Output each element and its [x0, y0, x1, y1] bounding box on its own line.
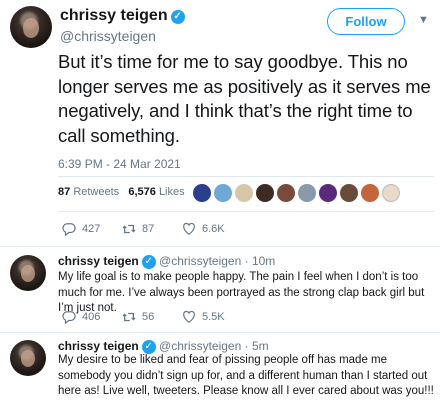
reply-count: 427: [82, 223, 101, 235]
heart-icon: [183, 222, 195, 235]
verified-icon: ✓: [141, 255, 156, 269]
retweet-button[interactable]: 56: [122, 310, 182, 324]
heart-icon: [183, 310, 195, 323]
author-handle[interactable]: @chrissyteigen: [60, 28, 156, 44]
avatar[interactable]: [10, 340, 46, 376]
liker-avatar[interactable]: [256, 184, 274, 202]
liker-avatar[interactable]: [235, 184, 253, 202]
liker-avatar[interactable]: [193, 184, 211, 202]
like-count: 5.5K: [202, 311, 225, 323]
tweet-timestamp[interactable]: 6:39 PM - 24 Mar 2021: [58, 157, 181, 171]
reply-header: chrissy teigen ✓ @chrissyteigen · 5m: [58, 339, 269, 354]
likes-label[interactable]: Likes: [159, 186, 185, 198]
liker-avatar[interactable]: [382, 184, 400, 202]
chevron-down-icon[interactable]: ▼: [418, 14, 430, 26]
reply-icon: [62, 311, 76, 324]
reply-time[interactable]: · 5m: [245, 339, 269, 353]
reply-author-handle[interactable]: @chrissyteigen: [159, 339, 241, 353]
reply-author-name[interactable]: chrissy teigen: [58, 339, 139, 353]
divider: [0, 332, 440, 333]
liker-avatars: [193, 184, 400, 202]
liker-avatar[interactable]: [277, 184, 295, 202]
follow-button[interactable]: Follow: [327, 8, 405, 35]
retweet-icon: [122, 224, 136, 234]
tweet-text: But it’s time for me to say goodbye. Thi…: [58, 51, 431, 146]
liker-avatar[interactable]: [214, 184, 232, 202]
like-button[interactable]: 5.5K: [182, 310, 242, 324]
likes-count[interactable]: 6,576: [128, 186, 156, 198]
reply-count: 406: [82, 311, 101, 323]
retweets-count[interactable]: 87: [58, 186, 70, 198]
like-button[interactable]: 6.6K: [182, 222, 242, 236]
reply-author-name[interactable]: chrissy teigen: [58, 254, 139, 268]
avatar[interactable]: [10, 6, 52, 48]
reply-header: chrissy teigen ✓ @chrissyteigen · 10m: [58, 254, 275, 269]
verified-icon: ✓: [141, 340, 156, 354]
retweets-label[interactable]: Retweets: [73, 186, 119, 198]
reply-button[interactable]: 406: [62, 310, 122, 324]
liker-avatar[interactable]: [361, 184, 379, 202]
divider: [58, 176, 434, 177]
avatar[interactable]: [10, 255, 46, 291]
divider: [58, 211, 434, 212]
engagement-stats: 87 Retweets 6,576 Likes: [58, 186, 185, 198]
retweet-count: 87: [142, 223, 155, 235]
reply-button[interactable]: 427: [62, 222, 122, 236]
reply-time[interactable]: · 10m: [245, 254, 276, 268]
divider: [0, 246, 440, 247]
reply-actions: 406 56 5.5K: [62, 310, 242, 324]
retweet-icon: [122, 312, 136, 322]
verified-icon: ✓: [170, 10, 185, 24]
liker-avatar[interactable]: [298, 184, 316, 202]
like-count: 6.6K: [202, 223, 225, 235]
reply-icon: [62, 223, 76, 236]
reply-author-handle[interactable]: @chrissyteigen: [159, 254, 241, 268]
tweet-actions: 427 87 6.6K: [62, 222, 242, 236]
author-name[interactable]: chrissy teigen ✓: [60, 7, 185, 25]
retweet-button[interactable]: 87: [122, 222, 182, 236]
reply-text: My desire to be liked and fear of pissin…: [58, 354, 434, 397]
retweet-count: 56: [142, 311, 155, 323]
liker-avatar[interactable]: [319, 184, 337, 202]
liker-avatar[interactable]: [340, 184, 358, 202]
